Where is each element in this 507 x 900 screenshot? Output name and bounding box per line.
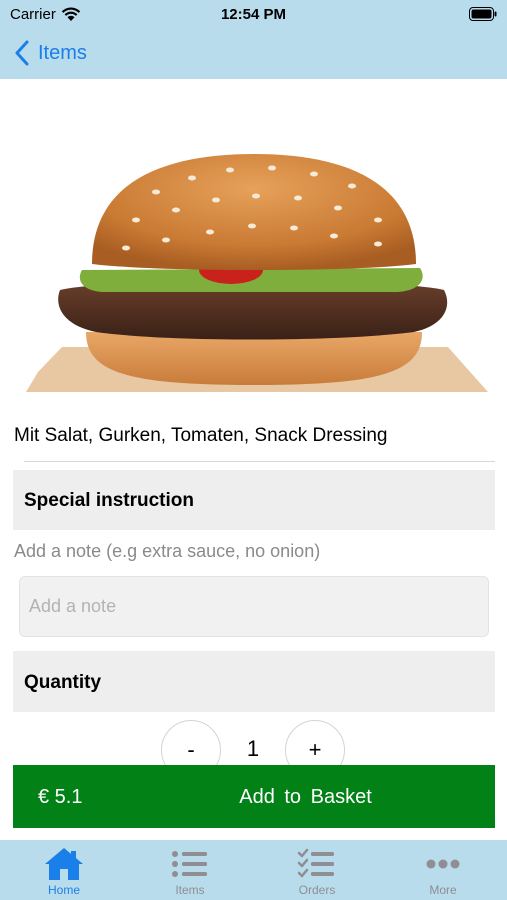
quantity-header: Quantity	[13, 651, 495, 712]
battery-icon	[469, 7, 497, 21]
tab-more-label: More	[429, 883, 457, 897]
checklist-icon	[297, 848, 334, 878]
tab-more[interactable]: More	[380, 840, 506, 900]
tab-orders-label: Orders	[298, 883, 336, 897]
chevron-left-icon	[15, 40, 29, 66]
add-to-basket-button[interactable]: € 5.1 Add to Basket	[13, 765, 495, 828]
tab-bar: Home Items Orders More	[0, 840, 507, 900]
tab-home[interactable]: Home	[1, 840, 127, 900]
quantity-value: 1	[246, 736, 260, 761]
status-bar: Carrier 12:54 PM	[0, 0, 507, 30]
list-icon	[172, 851, 207, 877]
back-button-label: Items	[38, 41, 87, 64]
note-hint: Add a note (e.g extra sauce, no onion)	[14, 541, 321, 561]
tab-home-label: Home	[47, 883, 80, 897]
divider	[24, 461, 495, 462]
back-button[interactable]: Items	[14, 38, 87, 68]
tab-items[interactable]: Items	[127, 840, 253, 900]
house-icon	[45, 848, 83, 880]
quantity-title: Quantity	[24, 672, 102, 693]
tab-items-label: Items	[175, 883, 205, 897]
product-description: Mit Salat, Gurken, Tomaten, Snack Dressi…	[14, 425, 388, 446]
item-detail-screen: Carrier 12:54 PM Items Mit Salat, Gurken…	[0, 0, 507, 900]
add-to-basket-label: Add to Basket	[239, 786, 372, 808]
clock-time: 12:54 PM	[220, 6, 287, 23]
more-icon	[426, 859, 460, 869]
navigation-bar: Carrier 12:54 PM Items	[0, 0, 507, 79]
note-input[interactable]	[19, 576, 489, 637]
special-instruction-header: Special instruction	[13, 470, 495, 530]
tab-orders[interactable]: Orders	[254, 840, 380, 900]
basket-price: € 5.1	[38, 786, 83, 808]
burger-image	[26, 154, 488, 392]
special-instruction-title: Special instruction	[24, 490, 194, 511]
